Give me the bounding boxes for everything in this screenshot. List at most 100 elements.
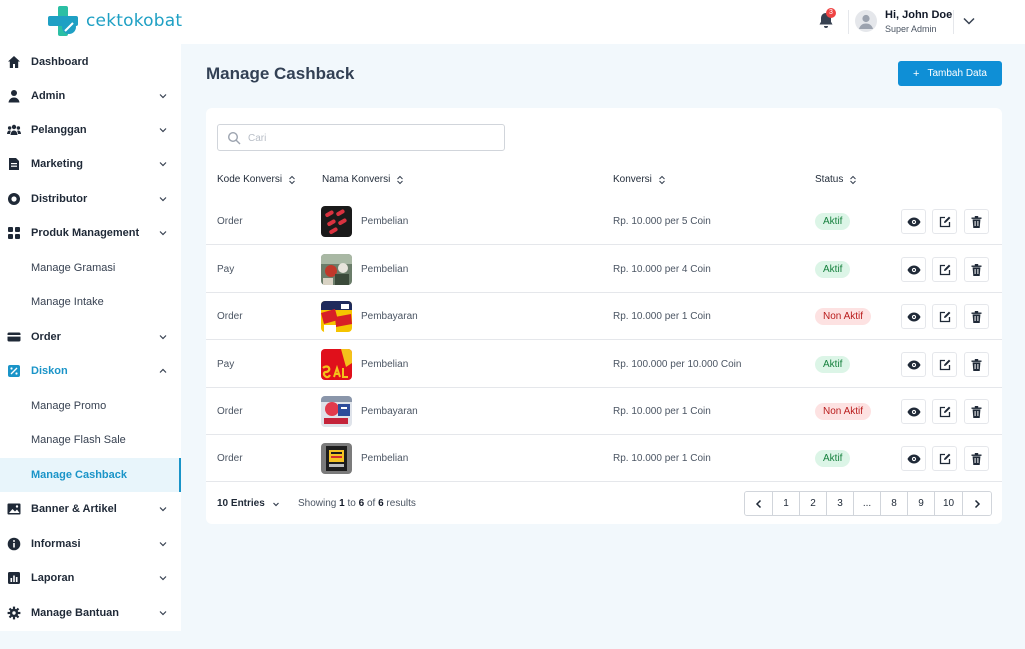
search-box[interactable] [217, 124, 505, 151]
chevron-down-icon [159, 94, 167, 99]
edit-button[interactable] [932, 209, 957, 234]
search-input[interactable] [248, 129, 498, 147]
entries-per-page-select[interactable]: 10 Entries [217, 498, 280, 509]
kode-cell: Order [217, 216, 243, 227]
column-header-status[interactable]: Status [815, 174, 857, 185]
column-header-kode[interactable]: Kode Konversi [217, 174, 296, 185]
chevron-down-icon[interactable] [962, 14, 976, 28]
users-icon [7, 124, 21, 135]
chevron-down-icon [159, 197, 167, 202]
delete-button[interactable] [964, 304, 989, 329]
kode-cell: Order [217, 453, 243, 464]
sidebar-item-manage-gramasi[interactable]: Manage Gramasi [0, 251, 181, 285]
pagination-next-button[interactable] [963, 492, 991, 515]
edit-icon [939, 311, 950, 322]
view-button[interactable] [901, 257, 926, 282]
view-button[interactable] [901, 399, 926, 424]
pagination-page[interactable]: 8 [881, 492, 908, 515]
percent-icon [8, 365, 20, 377]
sidebar-item-order[interactable]: Order [0, 320, 181, 354]
brand-logo[interactable]: cektokobat [48, 6, 182, 36]
shop-image-icon [321, 254, 352, 285]
edit-button[interactable] [932, 304, 957, 329]
chevron-down-icon [159, 335, 167, 340]
brand-name: cektokobat [86, 11, 183, 31]
sidebar-item-label: Laporan [31, 572, 75, 584]
sort-icon [397, 175, 404, 184]
trash-icon [971, 452, 982, 465]
sidebar-item-pelanggan[interactable]: Pelanggan [0, 113, 181, 147]
add-data-button[interactable]: + Tambah Data [898, 61, 1002, 86]
status-badge: Aktif [815, 213, 851, 230]
edit-button[interactable] [932, 446, 957, 471]
avatar[interactable] [855, 10, 877, 32]
table-row: Order Pembayaran Rp. 10.000 per 1 Coin N… [206, 388, 1002, 435]
pagination-page[interactable]: 2 [800, 492, 827, 515]
pagination: 1 2 3 ... 8 9 10 [744, 491, 992, 516]
delete-button[interactable] [964, 399, 989, 424]
pagination-page[interactable]: 9 [908, 492, 935, 515]
sidebar-item-diskon[interactable]: Diskon [0, 354, 181, 388]
sidebar-item-label: Banner & Artikel [31, 503, 117, 515]
status-badge: Non Aktif [815, 308, 872, 325]
sidebar-item-manage-promo[interactable]: Manage Promo [0, 389, 181, 423]
sidebar-item-distributor[interactable]: Distributor [0, 182, 181, 216]
view-button[interactable] [901, 352, 926, 377]
top-bar: cektokobat 3 Hi, John Doe Super Admin [0, 0, 1025, 44]
konversi-cell: Rp. 10.000 per 1 Coin [613, 453, 711, 464]
sidebar-item-label: Manage Intake [31, 296, 104, 308]
pagination-page[interactable]: 1 [773, 492, 800, 515]
edit-button[interactable] [932, 399, 957, 424]
sidebar-item-label: Diskon [31, 365, 68, 377]
sort-icon [659, 175, 665, 184]
nama-cell: Pembayaran [361, 406, 418, 417]
edit-icon [939, 406, 950, 417]
sidebar-item-informasi[interactable]: Informasi [0, 527, 181, 561]
user-role: Super Admin [885, 24, 937, 34]
card-icon [7, 332, 21, 342]
product-thumbnail [321, 206, 352, 237]
sidebar-item-laporan[interactable]: Laporan [0, 561, 181, 595]
sidebar-item-banner-artikel[interactable]: Banner & Artikel [0, 492, 181, 526]
sidebar-item-manage-cashback[interactable]: Manage Cashback [0, 458, 181, 492]
column-header-nama[interactable]: Nama Konversi [322, 174, 404, 185]
delete-button[interactable] [964, 209, 989, 234]
sidebar-item-marketing[interactable]: Marketing [0, 147, 181, 181]
sidebar-item-manage-bantuan[interactable]: Manage Bantuan [0, 596, 181, 630]
sidebar-item-label: Pelanggan [31, 124, 87, 136]
sidebar: Dashboard Admin Pelanggan Marketing Dist… [0, 44, 181, 631]
pagination-prev-button[interactable] [745, 492, 773, 515]
user-icon [8, 90, 20, 103]
delete-button[interactable] [964, 446, 989, 471]
view-button[interactable] [901, 446, 926, 471]
sidebar-item-produk-management[interactable]: Produk Management [0, 216, 181, 250]
view-button[interactable] [901, 304, 926, 329]
pagination-page[interactable]: 3 [827, 492, 854, 515]
sidebar-item-manage-intake[interactable]: Manage Intake [0, 285, 181, 319]
sidebar-item-label: Manage Bantuan [31, 607, 120, 619]
sidebar-item-dashboard[interactable]: Dashboard [0, 45, 181, 79]
konversi-cell: Rp. 10.000 per 4 Coin [613, 264, 711, 275]
kode-cell: Pay [217, 359, 235, 370]
nama-cell: Pembelian [361, 216, 409, 227]
view-button[interactable] [901, 209, 926, 234]
sidebar-item-manage-flash-sale[interactable]: Manage Flash Sale [0, 423, 181, 457]
delete-button[interactable] [964, 257, 989, 282]
edit-button[interactable] [932, 257, 957, 282]
avatar-person-icon [859, 14, 873, 29]
summary-total: 6 [378, 498, 384, 509]
pagination-page[interactable]: 10 [935, 492, 963, 515]
product-thumbnail [321, 301, 352, 332]
sidebar-item-admin[interactable]: Admin [0, 79, 181, 113]
edit-button[interactable] [932, 352, 957, 377]
table-row: Order Pembelian Rp. 10.000 per 1 Coin Ak… [206, 435, 1002, 482]
summary-text: to [347, 498, 356, 509]
kode-cell: Pay [217, 264, 235, 275]
sale-sign-image-icon [321, 396, 352, 427]
results-summary: Showing 1 to 6 of 6 results [298, 498, 416, 509]
kode-cell: Order [217, 311, 243, 322]
delete-button[interactable] [964, 352, 989, 377]
nama-cell: Pembelian [361, 359, 409, 370]
notification-badge: 3 [826, 8, 836, 18]
column-header-konversi[interactable]: Konversi [613, 174, 666, 185]
